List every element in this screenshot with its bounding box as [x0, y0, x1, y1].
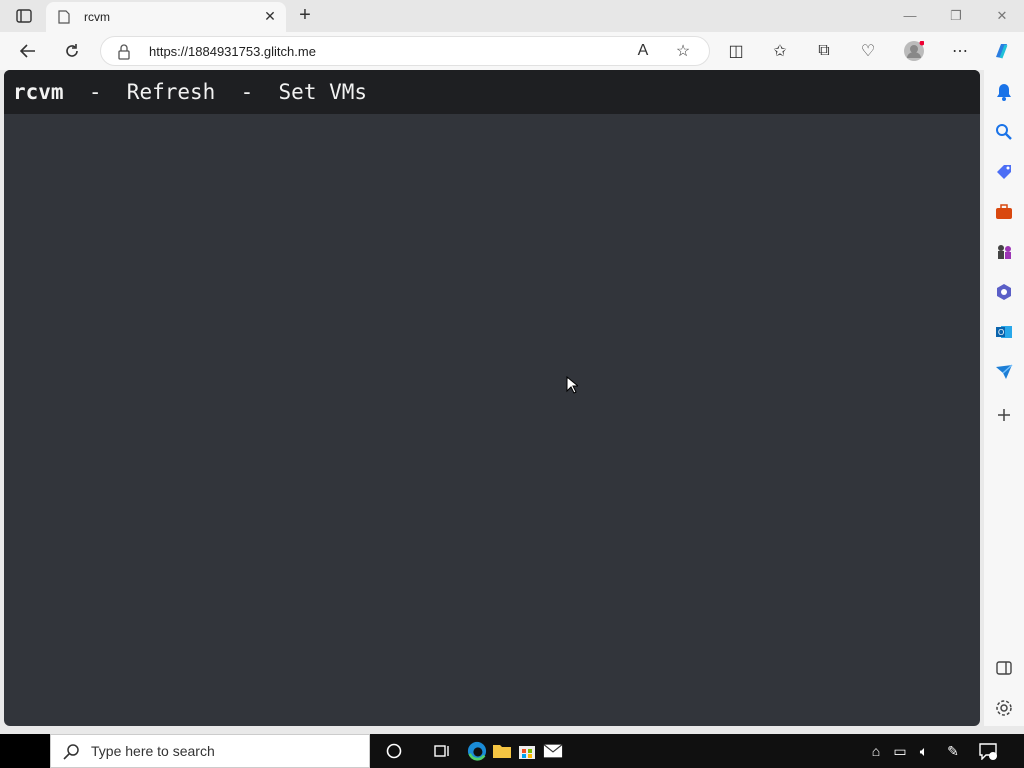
- shopping-tag-icon[interactable]: [994, 162, 1014, 182]
- back-icon[interactable]: [18, 41, 38, 61]
- windows-taskbar: Type here to search ⌂ ▭ 🔈︎ ✎: [0, 734, 1024, 768]
- mail-icon[interactable]: [543, 741, 563, 761]
- notification-center-icon[interactable]: [978, 741, 998, 761]
- task-view-icon[interactable]: [431, 741, 451, 761]
- svg-text:O: O: [998, 328, 1004, 337]
- new-tab-button[interactable]: +: [295, 5, 315, 25]
- restore-icon[interactable]: ❐: [946, 8, 966, 24]
- refresh-link[interactable]: Refresh: [127, 80, 216, 104]
- nav-separator: -: [63, 80, 127, 104]
- app-brand: rcvm: [13, 80, 64, 104]
- header-nav: rcvm - Refresh - Set VMs: [13, 80, 367, 104]
- read-aloud-icon[interactable]: A: [633, 41, 653, 61]
- tab-actions-icon[interactable]: [10, 6, 38, 26]
- search-placeholder: Type here to search: [91, 743, 215, 759]
- url-text[interactable]: https://1884931753.glitch.me: [149, 44, 316, 59]
- profile-avatar-icon[interactable]: [904, 41, 924, 61]
- more-options-icon[interactable]: ⋯: [950, 41, 970, 61]
- refresh-icon[interactable]: [62, 41, 82, 61]
- volume-muted-icon[interactable]: 🔈︎: [914, 741, 934, 761]
- set-vms-link[interactable]: Set VMs: [279, 80, 368, 104]
- cortana-icon[interactable]: [384, 741, 404, 761]
- settings-gear-icon[interactable]: [994, 698, 1014, 718]
- file-explorer-icon[interactable]: [492, 741, 512, 761]
- meet-now-icon[interactable]: ⌂: [866, 741, 886, 761]
- add-sidebar-app-icon[interactable]: [994, 405, 1014, 425]
- close-window-icon[interactable]: ✕: [992, 8, 1012, 24]
- nav-separator: -: [215, 80, 279, 104]
- browser-tab-bar: rcvm ✕ + — ❐ ✕: [0, 0, 1024, 32]
- collections-icon[interactable]: ⧉: [814, 41, 834, 61]
- mouse-cursor-icon: [566, 375, 580, 394]
- start-button[interactable]: [0, 734, 50, 768]
- copilot-icon[interactable]: [992, 41, 1012, 61]
- taskbar-search-box[interactable]: Type here to search: [50, 734, 370, 768]
- games-chess-icon[interactable]: [994, 242, 1014, 262]
- edge-sidebar: O: [984, 70, 1024, 726]
- browser-tab-active[interactable]: rcvm ✕: [46, 2, 286, 32]
- minimize-icon[interactable]: —: [900, 8, 920, 24]
- tools-briefcase-icon[interactable]: [994, 202, 1014, 222]
- notifications-bell-icon[interactable]: [994, 82, 1014, 102]
- microsoft-365-icon[interactable]: [994, 282, 1014, 302]
- search-icon: [63, 743, 81, 761]
- web-page-content: rcvm - Refresh - Set VMs: [4, 70, 980, 726]
- browser-essentials-icon[interactable]: ♡: [858, 41, 878, 61]
- drop-send-icon[interactable]: [994, 362, 1014, 382]
- search-sidebar-icon[interactable]: [994, 122, 1014, 142]
- favorite-star-icon[interactable]: ☆: [673, 41, 693, 61]
- outlook-icon[interactable]: O: [994, 322, 1014, 342]
- lock-icon[interactable]: [117, 44, 131, 60]
- split-screen-icon[interactable]: ◫: [726, 41, 746, 61]
- address-bar[interactable]: https://1884931753.glitch.me A ☆: [100, 36, 710, 66]
- hide-sidebar-icon[interactable]: [994, 658, 1014, 678]
- browser-toolbar: https://1884931753.glitch.me A ☆ ◫ ✩ ⧉ ♡…: [0, 32, 1024, 70]
- microsoft-store-icon[interactable]: [517, 741, 537, 761]
- edge-browser-icon[interactable]: [467, 741, 487, 761]
- app-header: rcvm - Refresh - Set VMs: [4, 70, 980, 114]
- pen-workspace-icon[interactable]: ✎: [943, 741, 963, 761]
- favorites-icon[interactable]: ✩: [770, 41, 790, 61]
- tab-title: rcvm: [84, 10, 110, 24]
- page-icon: [58, 10, 70, 24]
- network-icon[interactable]: ▭: [890, 741, 910, 761]
- close-tab-icon[interactable]: ✕: [262, 8, 278, 24]
